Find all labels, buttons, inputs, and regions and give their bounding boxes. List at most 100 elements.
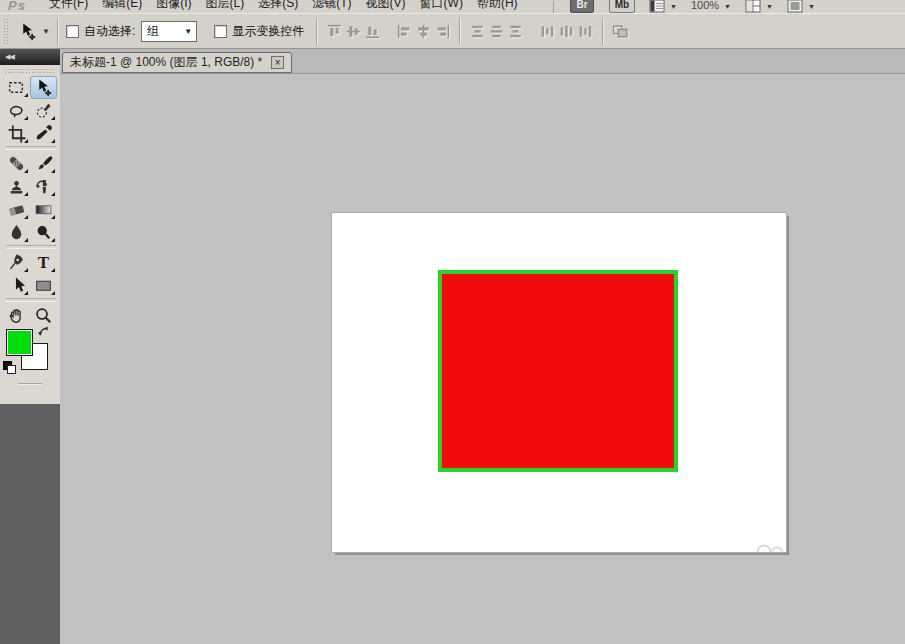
tool-gradient[interactable] — [30, 198, 57, 221]
view-extras-icon — [649, 0, 666, 13]
tool-move[interactable] — [30, 76, 57, 99]
options-bar-grip[interactable] — [3, 18, 10, 45]
align-top-edges-button[interactable] — [326, 23, 343, 40]
screen-mode-icon — [787, 0, 804, 13]
tool-path-selection[interactable] — [3, 274, 30, 297]
auto-select-label: 自动选择: — [84, 23, 135, 40]
menu-item-0[interactable]: 文件(F) — [42, 0, 95, 11]
tool-dodge[interactable] — [30, 221, 57, 244]
document-tab-title: 未标题-1 @ 100% (图层 1, RGB/8) * — [70, 54, 262, 71]
distribute-horizontal-centers-icon — [558, 23, 575, 40]
menu-item-8[interactable]: 帮助(H) — [470, 0, 525, 11]
menu-item-5[interactable]: 滤镜(T) — [305, 0, 358, 11]
arrange-documents-icon — [745, 0, 762, 13]
distribute-bottom-edges-button[interactable] — [507, 23, 524, 40]
menu-item-1[interactable]: 编辑(E) — [95, 0, 149, 11]
flyout-indicator — [51, 268, 55, 272]
tool-quick-selection[interactable] — [30, 99, 57, 122]
auto-select-target-dropdown[interactable]: 组 ▼ — [141, 21, 197, 42]
auto-align-layers-button[interactable] — [612, 23, 629, 40]
arrange-documents-dropdown[interactable]: ▼ — [745, 0, 773, 13]
distribute-horizontal-centers-button[interactable] — [558, 23, 575, 40]
flyout-indicator — [51, 192, 55, 196]
show-transform-checkbox[interactable] — [214, 25, 227, 38]
canvas-area[interactable] — [60, 74, 905, 644]
screen-mode-dropdown[interactable]: ▼ — [787, 0, 815, 13]
chevron-down-icon: ▼ — [42, 25, 50, 38]
photoshop-window: Ps 文件(F)编辑(E)图像(I)图层(L)选择(S)滤镜(T)视图(V)窗口… — [0, 0, 905, 644]
move-tool-icon — [18, 22, 37, 41]
foreground-color-swatch[interactable] — [6, 329, 33, 356]
tool-crop[interactable] — [3, 122, 30, 145]
swap-colors-icon[interactable] — [37, 324, 52, 342]
tool-rectangle[interactable] — [30, 274, 57, 297]
tab-close-button[interactable]: × — [271, 56, 284, 69]
red-rectangle-shape[interactable] — [438, 270, 678, 472]
mini-bridge-button[interactable]: Mb — [609, 0, 635, 13]
distribute-top-edges-icon — [469, 23, 486, 40]
document-tab[interactable]: 未标题-1 @ 100% (图层 1, RGB/8) * × — [62, 52, 292, 73]
tools-grid: T — [3, 76, 59, 327]
distribute-right-edges-button[interactable] — [577, 23, 594, 40]
align-bottom-edges-icon — [364, 23, 381, 40]
tool-eraser[interactable] — [3, 198, 30, 221]
tool-lasso[interactable] — [3, 99, 30, 122]
menu-item-4[interactable]: 选择(S) — [251, 0, 305, 11]
distribute-right-edges-icon — [577, 23, 594, 40]
menu-item-6[interactable]: 视图(V) — [359, 0, 413, 11]
tool-eyedropper[interactable] — [30, 122, 57, 145]
tool-rectangular-marquee[interactable] — [3, 76, 30, 99]
bridge-button[interactable]: Br — [570, 0, 594, 13]
ps-logo: Ps — [8, 0, 26, 13]
default-colors-icon[interactable] — [3, 361, 15, 373]
move-tool-preset[interactable]: ▼ — [18, 22, 50, 41]
distribute-left-edges-icon — [539, 23, 556, 40]
flyout-indicator — [24, 192, 28, 196]
menu-item-2[interactable]: 图像(I) — [149, 0, 198, 11]
align-horizontal-centers-button[interactable] — [415, 23, 432, 40]
tool-healing-brush[interactable] — [3, 152, 30, 175]
separator — [459, 18, 461, 45]
tools-panel-header[interactable]: ◀◀ — [0, 49, 60, 65]
flyout-indicator — [51, 116, 55, 120]
align-horizontal-centers-icon — [415, 23, 432, 40]
separator — [57, 18, 59, 45]
tool-history-brush[interactable] — [30, 175, 57, 198]
align-bottom-edges-button[interactable] — [364, 23, 381, 40]
menu-item-3[interactable]: 图层(L) — [199, 0, 252, 11]
color-swatches — [0, 323, 60, 401]
distribute-left-edges-button[interactable] — [539, 23, 556, 40]
collapse-panel-icon: ◀◀ — [5, 53, 14, 61]
document-canvas[interactable] — [331, 212, 787, 553]
chevron-down-icon: ▼ — [724, 0, 731, 13]
flyout-indicator — [51, 215, 55, 219]
tools-separator — [6, 146, 56, 150]
align-right-edges-button[interactable] — [434, 23, 451, 40]
move-icon — [34, 78, 53, 97]
align-top-edges-icon — [326, 23, 343, 40]
tool-brush[interactable] — [30, 152, 57, 175]
document-tab-bar: 未标题-1 @ 100% (图层 1, RGB/8) * × — [60, 49, 905, 74]
menu-item-7[interactable]: 窗口(W) — [413, 0, 470, 11]
tool-type[interactable]: T — [30, 251, 57, 274]
zoom-level-dropdown[interactable]: 100% ▼ — [691, 0, 731, 13]
separator — [553, 1, 554, 13]
tool-clone-stamp[interactable] — [3, 175, 30, 198]
distribute-top-edges-button[interactable] — [469, 23, 486, 40]
tools-separator — [6, 298, 56, 302]
align-vertical-centers-button[interactable] — [345, 23, 362, 40]
tools-panel-grip[interactable] — [4, 68, 56, 74]
auto-select-checkbox[interactable] — [66, 25, 79, 38]
flyout-indicator — [51, 139, 55, 143]
separator — [602, 18, 604, 45]
tool-blur[interactable] — [3, 221, 30, 244]
distribute-vertical-centers-button[interactable] — [488, 23, 505, 40]
auto-select-target-value: 组 — [147, 23, 184, 40]
distribute-vertical-centers-icon — [488, 23, 505, 40]
view-extras-dropdown[interactable]: ▼ — [649, 0, 677, 13]
svg-text:T: T — [38, 253, 49, 272]
flyout-indicator — [24, 116, 28, 120]
align-left-edges-button[interactable] — [396, 23, 413, 40]
zoom-level-value: 100% — [691, 0, 719, 13]
tool-pen[interactable] — [3, 251, 30, 274]
